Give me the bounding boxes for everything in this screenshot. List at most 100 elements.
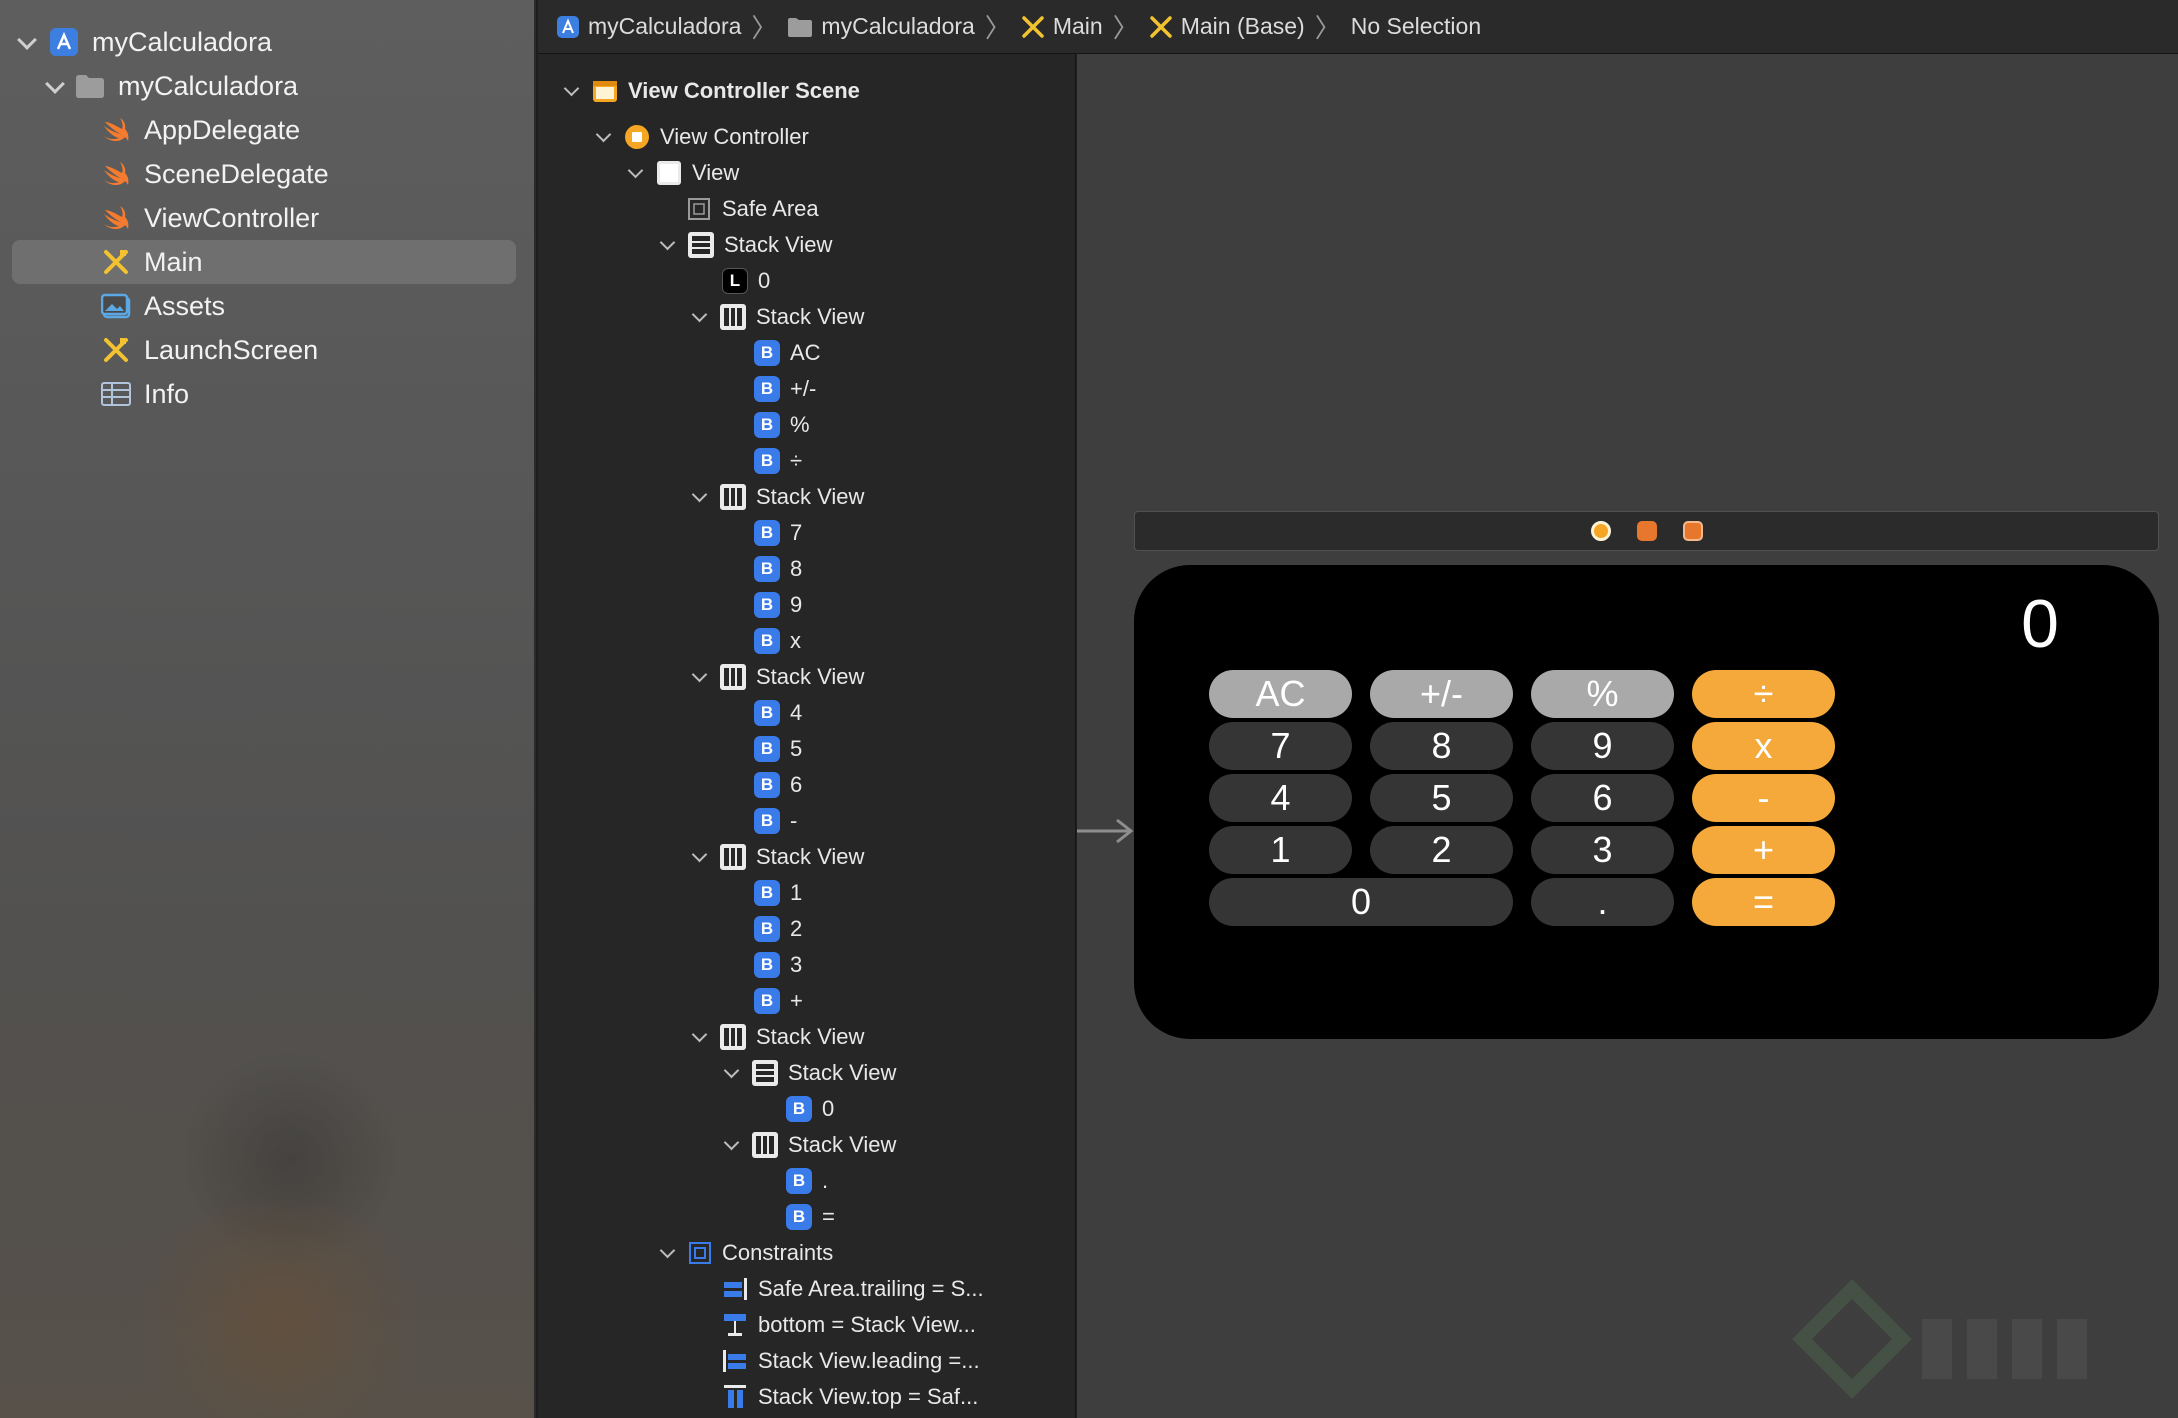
button-badge-icon: B bbox=[754, 916, 780, 942]
outline-button-row[interactable]: B8 bbox=[754, 552, 802, 586]
digit-3-button[interactable]: 3 bbox=[1531, 826, 1674, 874]
crumb-localization[interactable]: Main (Base) bbox=[1149, 13, 1305, 40]
outline-button-row[interactable]: B6 bbox=[754, 768, 802, 802]
nav-file-main[interactable]: Main bbox=[12, 240, 516, 284]
nav-file-scenedelegate[interactable]: SceneDelegate bbox=[100, 152, 329, 196]
outline-stackview-row[interactable]: Stack View bbox=[690, 480, 864, 514]
outline-button-row[interactable]: B7 bbox=[754, 516, 802, 550]
crumb-label: Main bbox=[1052, 13, 1103, 39]
horizontal-stack-icon bbox=[720, 1024, 746, 1050]
calculator-view[interactable]: 0 AC +/- % ÷ 7 8 9 x 4 5 6 - 1 2 3 + 0 .… bbox=[1134, 565, 2159, 1039]
outline-viewcontroller-row[interactable]: View Controller bbox=[594, 120, 809, 154]
nav-file-appdelegate[interactable]: AppDelegate bbox=[100, 108, 300, 152]
disclosure-chevron-icon[interactable] bbox=[690, 487, 710, 507]
outline-stackview-row[interactable]: Stack View bbox=[722, 1128, 896, 1162]
disclosure-chevron-icon[interactable] bbox=[626, 163, 646, 183]
outline-stackview-row[interactable]: Stack View bbox=[722, 1056, 896, 1090]
disclosure-chevron-icon[interactable] bbox=[658, 235, 678, 255]
view-controller-icon[interactable] bbox=[1590, 521, 1611, 541]
outline-stackview-row[interactable]: Stack View bbox=[690, 840, 864, 874]
equals-button[interactable]: = bbox=[1692, 878, 1835, 926]
crumb-storyboard[interactable]: Main bbox=[1021, 13, 1103, 40]
digit-5-button[interactable]: 5 bbox=[1370, 774, 1513, 822]
outline-stackview-row[interactable]: Stack View bbox=[690, 660, 864, 694]
outline-button-row[interactable]: B9 bbox=[754, 588, 802, 622]
outline-button-row[interactable]: B = bbox=[786, 1200, 835, 1234]
outline-button-row[interactable]: B% bbox=[754, 408, 810, 442]
crumb-group[interactable]: myCalculadora bbox=[787, 13, 975, 40]
outline-constraint-row[interactable]: Safe Area.trailing = S... bbox=[722, 1272, 984, 1306]
outline-stackview-row[interactable]: Stack View bbox=[690, 1020, 864, 1054]
outline-stackview-row[interactable]: Stack View bbox=[690, 300, 864, 334]
disclosure-chevron-icon[interactable] bbox=[722, 1135, 742, 1155]
outline-safearea-row[interactable]: Safe Area bbox=[688, 192, 819, 226]
storyboard-icon bbox=[1022, 15, 1044, 38]
outline-button-row[interactable]: B- bbox=[754, 804, 797, 838]
outline-view-row[interactable]: View bbox=[626, 156, 739, 190]
outline-constraints-row[interactable]: Constraints bbox=[658, 1236, 833, 1270]
storyboard-canvas[interactable]: 0 AC +/- % ÷ 7 8 9 x 4 5 6 - 1 2 3 + 0 .… bbox=[1077, 54, 2178, 1418]
outline-button-row[interactable]: B ÷ bbox=[754, 444, 802, 478]
outline-constraint-row[interactable]: bottom = Stack View... bbox=[722, 1308, 976, 1342]
nav-file-viewcontroller[interactable]: ViewController bbox=[100, 196, 319, 240]
scene-dock[interactable] bbox=[1134, 511, 2159, 551]
digit-4-button[interactable]: 4 bbox=[1209, 774, 1352, 822]
nav-file-assets[interactable]: Assets bbox=[100, 284, 225, 328]
outline-button-row[interactable]: B. bbox=[786, 1164, 828, 1198]
outline-constraint-row[interactable]: Stack View.leading =... bbox=[722, 1344, 980, 1378]
percent-button[interactable]: % bbox=[1531, 670, 1674, 718]
document-outline: View Controller Scene View Controller Vi… bbox=[538, 54, 1076, 1418]
button-badge-icon: B bbox=[754, 520, 780, 546]
disclosure-chevron-icon[interactable] bbox=[16, 31, 38, 53]
disclosure-chevron-icon[interactable] bbox=[658, 1243, 678, 1263]
nav-project-row[interactable]: myCalculadora bbox=[16, 20, 272, 64]
outline-button-row[interactable]: B0 bbox=[786, 1092, 834, 1126]
disclosure-chevron-icon[interactable] bbox=[690, 307, 710, 327]
outline-button-row[interactable]: B3 bbox=[754, 948, 802, 982]
digit-2-button[interactable]: 2 bbox=[1370, 826, 1513, 874]
outline-button-row[interactable]: B1 bbox=[754, 876, 802, 910]
outline-label-row[interactable]: L 0 bbox=[722, 264, 770, 298]
minus-button[interactable]: - bbox=[1692, 774, 1835, 822]
ac-button[interactable]: AC bbox=[1209, 670, 1352, 718]
digit-7-button[interactable]: 7 bbox=[1209, 722, 1352, 770]
digit-9-button[interactable]: 9 bbox=[1531, 722, 1674, 770]
crumb-project[interactable]: myCalculadora bbox=[556, 13, 741, 40]
divide-button[interactable]: ÷ bbox=[1692, 670, 1835, 718]
disclosure-chevron-icon[interactable] bbox=[690, 1027, 710, 1047]
outline-button-row[interactable]: B5 bbox=[754, 732, 802, 766]
disclosure-chevron-icon[interactable] bbox=[44, 75, 66, 97]
crumb-label: myCalculadora bbox=[821, 13, 975, 39]
outline-button-row[interactable]: Bx bbox=[754, 624, 801, 658]
disclosure-chevron-icon[interactable] bbox=[690, 847, 710, 867]
outline-stackview-row[interactable]: Stack View bbox=[658, 228, 832, 262]
disclosure-chevron-icon[interactable] bbox=[594, 127, 614, 147]
plus-button[interactable]: + bbox=[1692, 826, 1835, 874]
outline-button-row[interactable]: B AC bbox=[754, 336, 821, 370]
outline-label: Stack View bbox=[788, 1132, 897, 1157]
crumb-selection[interactable]: No Selection bbox=[1351, 13, 1481, 40]
exit-icon[interactable] bbox=[1682, 521, 1703, 541]
nav-file-launchscreen[interactable]: LaunchScreen bbox=[100, 328, 318, 372]
digit-1-button[interactable]: 1 bbox=[1209, 826, 1352, 874]
digit-6-button[interactable]: 6 bbox=[1531, 774, 1674, 822]
outline-scene-row[interactable]: View Controller Scene bbox=[562, 74, 860, 108]
outline-button-row[interactable]: B2 bbox=[754, 912, 802, 946]
outline-constraint-row[interactable]: Stack View.top = Saf... bbox=[722, 1380, 978, 1414]
outline-button-row[interactable]: B + bbox=[754, 984, 803, 1018]
plus-minus-button[interactable]: +/- bbox=[1370, 670, 1513, 718]
outline-button-row[interactable]: B4 bbox=[754, 696, 802, 730]
digit-8-button[interactable]: 8 bbox=[1370, 722, 1513, 770]
nav-file-info[interactable]: Info bbox=[100, 372, 189, 416]
multiply-button[interactable]: x bbox=[1692, 722, 1835, 770]
entry-point-arrow-icon[interactable] bbox=[1077, 816, 1137, 846]
digit-0-button[interactable]: 0 bbox=[1209, 878, 1513, 926]
disclosure-chevron-icon[interactable] bbox=[562, 81, 582, 101]
first-responder-icon[interactable] bbox=[1636, 521, 1657, 541]
outline-button-row[interactable]: B +/- bbox=[754, 372, 816, 406]
nav-group-row[interactable]: myCalculadora bbox=[44, 64, 298, 108]
disclosure-chevron-icon[interactable] bbox=[722, 1063, 742, 1083]
disclosure-chevron-icon[interactable] bbox=[690, 667, 710, 687]
display-label[interactable]: 0 bbox=[2021, 585, 2059, 663]
decimal-button[interactable]: . bbox=[1531, 878, 1674, 926]
